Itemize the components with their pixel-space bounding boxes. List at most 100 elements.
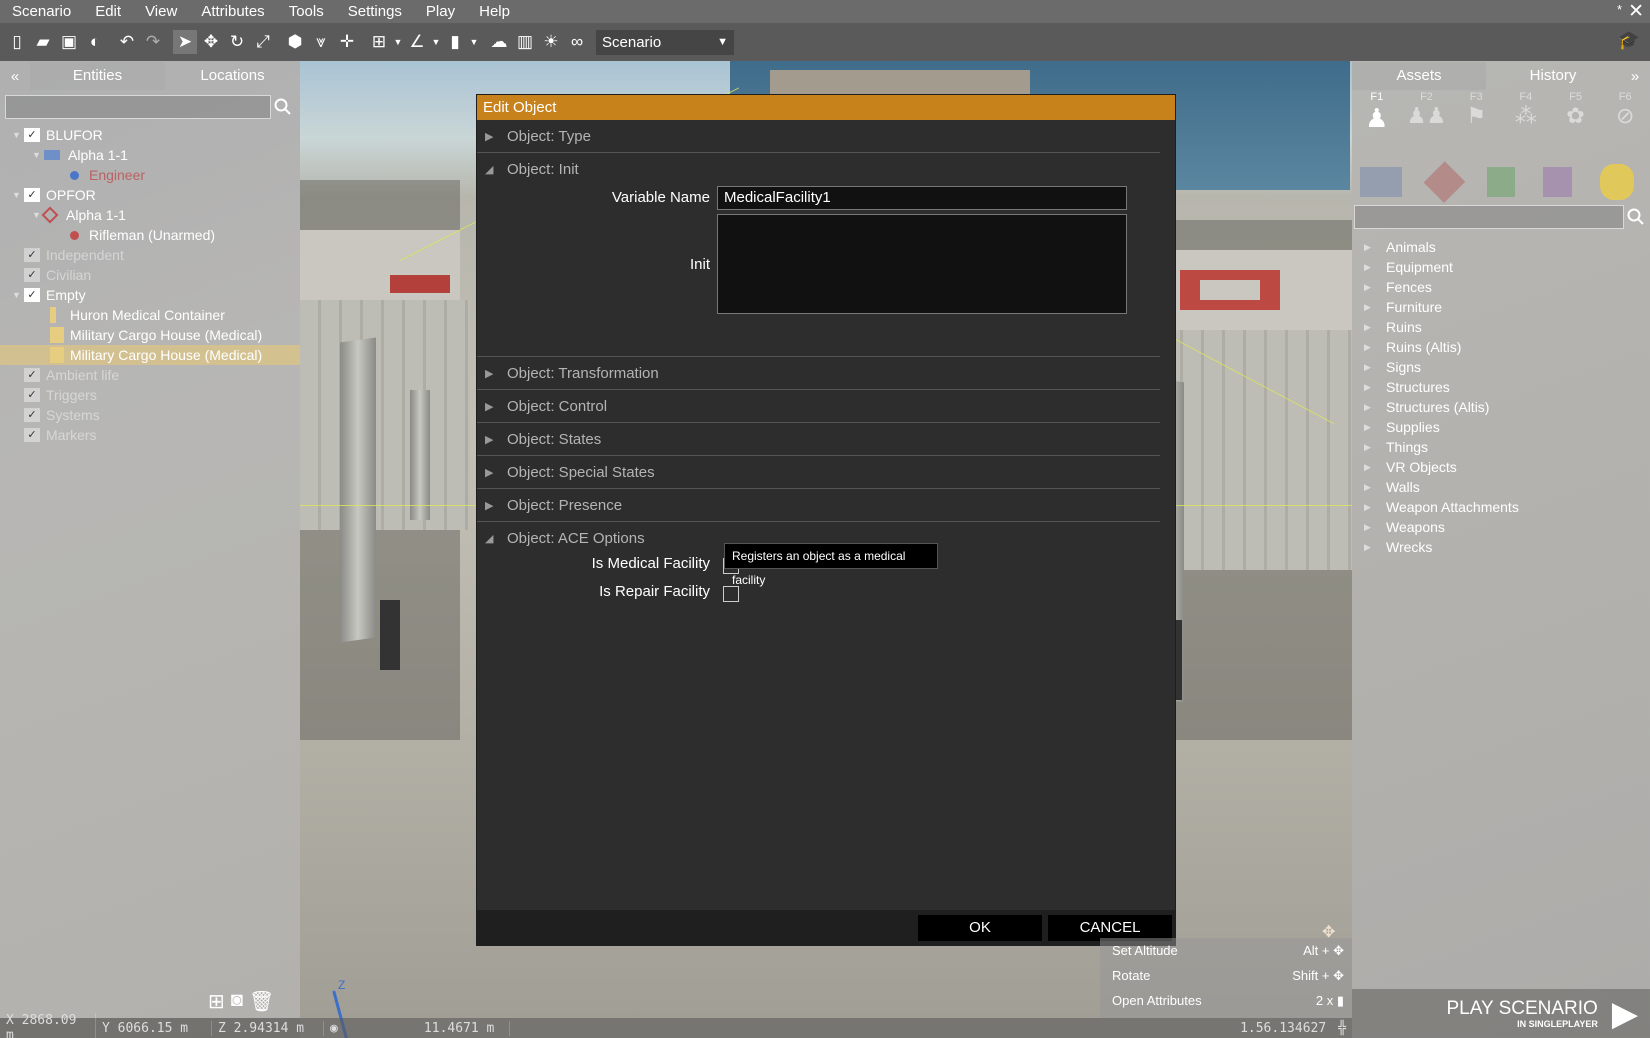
tree-empty[interactable]: ▼ ✓ Empty: [12, 285, 300, 305]
asset-category[interactable]: ▶ VR Objects: [1352, 457, 1650, 477]
tree-opfor[interactable]: ▼ ✓ OPFOR: [12, 185, 300, 205]
section-object-states[interactable]: ▶ Object: States: [477, 423, 1160, 456]
ok-button[interactable]: OK: [918, 915, 1042, 941]
daytime-icon[interactable]: ☀: [539, 30, 563, 54]
tree-blufor-group[interactable]: ▼ Alpha 1-1: [12, 145, 300, 165]
menu-attributes[interactable]: Attributes: [189, 0, 276, 23]
asset-category[interactable]: ▶ Equipment: [1352, 257, 1650, 277]
undo-icon[interactable]: ↶: [115, 30, 139, 54]
tab-assets[interactable]: Assets: [1352, 62, 1486, 90]
asset-category[interactable]: ▶ Fences: [1352, 277, 1650, 297]
mode-systems[interactable]: F5 ✿: [1551, 91, 1601, 161]
add-folder-icon[interactable]: ⊞: [208, 989, 225, 1014]
tree-triggers[interactable]: ✓ Triggers: [12, 385, 300, 405]
tree-blufor-unit[interactable]: Engineer: [12, 165, 300, 185]
mode-units[interactable]: F1 ♟: [1352, 91, 1402, 161]
assets-search-input[interactable]: [1354, 205, 1624, 229]
favorite-icon[interactable]: *: [1617, 2, 1622, 17]
asset-category[interactable]: ▶ Structures: [1352, 377, 1650, 397]
tree-opfor-unit[interactable]: Rifleman (Unarmed): [12, 225, 300, 245]
search-icon[interactable]: [271, 95, 295, 119]
section-object-control[interactable]: ▶ Object: Control: [477, 390, 1160, 423]
tutorial-icon[interactable]: 🎓: [1618, 30, 1640, 51]
delete-icon[interactable]: 🗑: [249, 989, 274, 1014]
faction-opfor-swatch[interactable]: [1423, 161, 1465, 203]
tab-locations[interactable]: Locations: [165, 62, 300, 90]
faction-blufor-swatch[interactable]: [1360, 167, 1402, 197]
expand-right-icon[interactable]: »: [1620, 68, 1650, 85]
new-file-icon[interactable]: ▯: [5, 30, 29, 54]
menu-edit[interactable]: Edit: [83, 0, 133, 23]
mode-markers[interactable]: F6 ⊘: [1600, 91, 1650, 161]
tree-opfor-group[interactable]: ▼ Alpha 1-1: [12, 205, 300, 225]
tree-markers[interactable]: ✓ Markers: [12, 425, 300, 445]
open-folder-icon[interactable]: ▰: [31, 30, 55, 54]
asset-category[interactable]: ▶ Structures (Altis): [1352, 397, 1650, 417]
asset-category[interactable]: ▶ Supplies: [1352, 417, 1650, 437]
tree-blufor[interactable]: ▼ ✓ BLUFOR: [12, 125, 300, 145]
mode-modules[interactable]: F3 ⚑: [1451, 91, 1501, 161]
scenario-select[interactable]: Scenario ▼: [596, 29, 734, 55]
angle-dropdown-icon[interactable]: ▼: [431, 30, 441, 54]
tab-entities[interactable]: Entities: [30, 62, 165, 90]
asset-category[interactable]: ▶ Animals: [1352, 237, 1650, 257]
ruler-dropdown-icon[interactable]: ▼: [469, 30, 479, 54]
asset-category[interactable]: ▶ Signs: [1352, 357, 1650, 377]
play-scenario-button[interactable]: PLAY SCENARIO IN SINGLEPLAYER ▶: [1352, 989, 1650, 1038]
section-object-special-states[interactable]: ▶ Object: Special States: [477, 456, 1160, 489]
mode-groups[interactable]: F2 ♟♟: [1402, 91, 1452, 161]
entities-search-input[interactable]: [5, 95, 271, 119]
faction-civilian-swatch[interactable]: [1543, 167, 1572, 197]
weather-icon[interactable]: ☁: [487, 30, 511, 54]
tree-empty-item-selected[interactable]: Military Cargo House (Medical): [0, 345, 300, 365]
menu-settings[interactable]: Settings: [336, 0, 414, 23]
select-tool-icon[interactable]: ➤: [173, 30, 197, 54]
close-icon[interactable]: ✕: [1628, 0, 1644, 23]
section-object-init[interactable]: ◢ Object: Init: [477, 153, 1160, 186]
grid-snap-icon[interactable]: ╬: [1332, 1021, 1352, 1036]
vertical-mode-icon[interactable]: ✛: [335, 30, 359, 54]
tab-history[interactable]: History: [1486, 62, 1620, 90]
tree-systems[interactable]: ✓ Systems: [12, 405, 300, 425]
search-icon[interactable]: [1624, 205, 1648, 229]
init-textarea[interactable]: [717, 214, 1127, 314]
collapse-left-icon[interactable]: «: [0, 68, 30, 85]
map-icon[interactable]: ▥: [513, 30, 537, 54]
save-icon[interactable]: ▣: [57, 30, 81, 54]
tree-empty-item[interactable]: Military Cargo House (Medical): [12, 325, 300, 345]
asset-category[interactable]: ▶ Walls: [1352, 477, 1650, 497]
redo-icon[interactable]: ↷: [141, 30, 165, 54]
section-object-type[interactable]: ▶ Object: Type: [477, 120, 1160, 153]
section-object-presence[interactable]: ▶ Object: Presence: [477, 489, 1160, 522]
grid-icon[interactable]: ⊞: [367, 30, 391, 54]
surface-snap-icon[interactable]: ⩔: [309, 30, 333, 54]
tree-empty-item[interactable]: Huron Medical Container: [12, 305, 300, 325]
asset-category[interactable]: ▶ Ruins (Altis): [1352, 337, 1650, 357]
tree-ambient[interactable]: ✓ Ambient life: [12, 365, 300, 385]
ruler-icon[interactable]: ▮: [443, 30, 467, 54]
tree-independent[interactable]: ✓ Independent: [12, 245, 300, 265]
asset-category[interactable]: ▶ Weapons: [1352, 517, 1650, 537]
variable-name-input[interactable]: MedicalFacility1: [717, 186, 1127, 210]
asset-category[interactable]: ▶ Weapon Attachments: [1352, 497, 1650, 517]
asset-category[interactable]: ▶ Furniture: [1352, 297, 1650, 317]
menu-help[interactable]: Help: [467, 0, 522, 23]
menu-view[interactable]: View: [133, 0, 189, 23]
tree-civilian[interactable]: ✓ Civilian: [12, 265, 300, 285]
screenshot-icon[interactable]: ◙: [231, 989, 243, 1014]
menu-tools[interactable]: Tools: [277, 0, 336, 23]
angle-icon[interactable]: ∠: [405, 30, 429, 54]
faction-independent-swatch[interactable]: [1486, 167, 1516, 197]
menu-play[interactable]: Play: [414, 0, 467, 23]
dialog-title[interactable]: Edit Object: [477, 95, 1175, 120]
mode-waypoints[interactable]: F4 ⁂: [1501, 91, 1551, 161]
asset-category[interactable]: ▶ Wrecks: [1352, 537, 1650, 557]
rotate-tool-icon[interactable]: ↻: [225, 30, 249, 54]
binoculars-icon[interactable]: ∞: [565, 30, 589, 54]
menu-scenario[interactable]: Scenario: [0, 0, 83, 23]
move-tool-icon[interactable]: ✥: [199, 30, 223, 54]
object-icon[interactable]: ⬢: [283, 30, 307, 54]
steam-icon[interactable]: ◐: [83, 30, 107, 54]
scale-tool-icon[interactable]: ⤢: [251, 30, 275, 54]
asset-category[interactable]: ▶ Things: [1352, 437, 1650, 457]
